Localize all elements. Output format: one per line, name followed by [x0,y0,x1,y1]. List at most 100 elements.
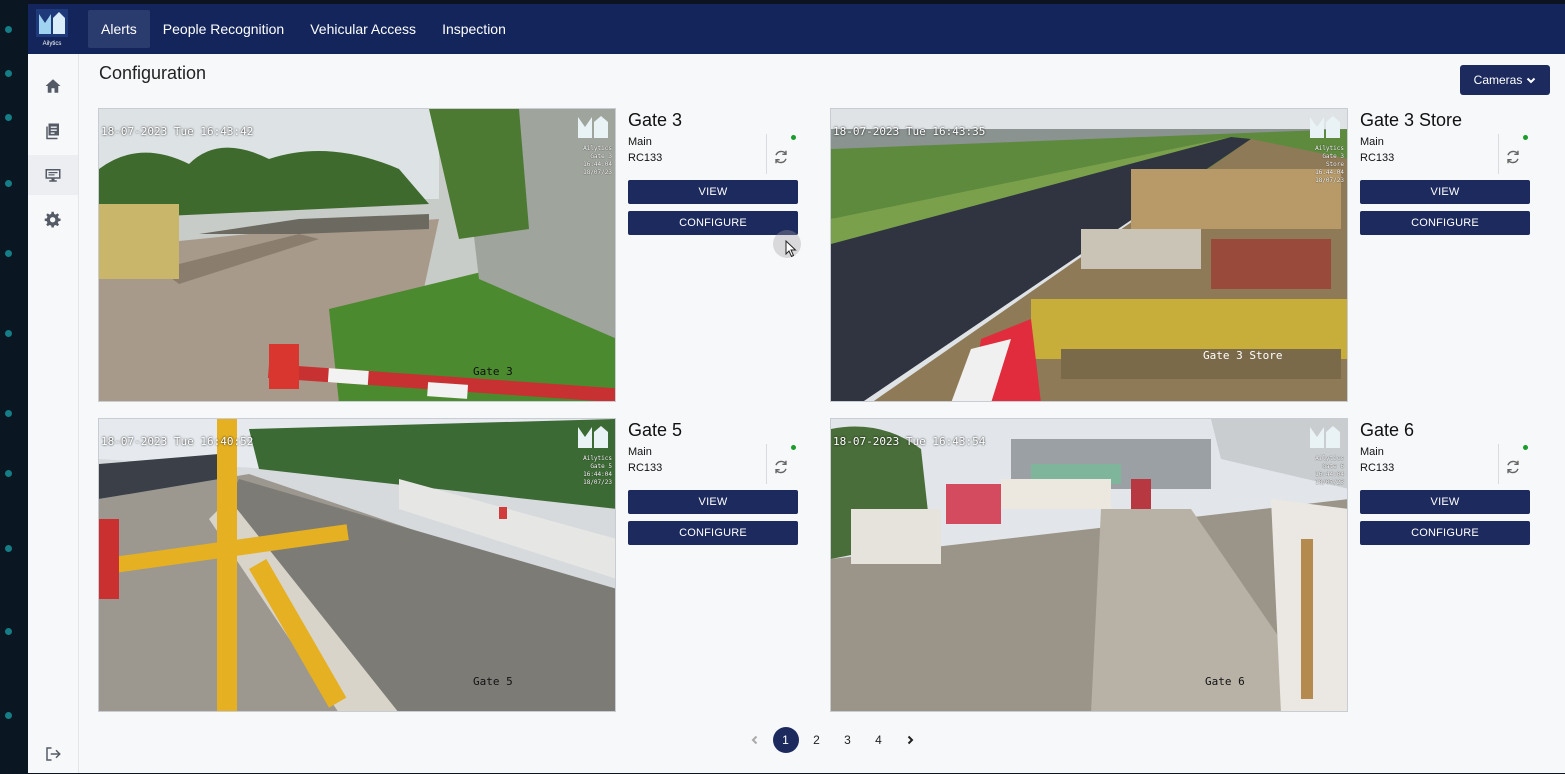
nav-inspection[interactable]: Inspection [429,10,519,48]
edge-dot [5,470,12,477]
edge-dot [5,26,12,33]
pagination-page[interactable]: 2 [804,727,830,753]
camera-timestamp: 18-07-2023 Tue 16:43:54 [833,435,986,448]
camera-caption: Gate 3 [473,365,513,378]
logo-icon [578,426,608,448]
camera-name: Gate 3 Store [1360,110,1463,130]
camera-caption: Gate 6 [1205,675,1245,688]
pagination-prev[interactable] [742,727,768,753]
camera-watermark: Ailytics Gate 3 Store 16:44:04 18/07/23 [1308,114,1344,184]
camera-name: Gate 3 [628,110,683,130]
brand-logo[interactable]: Ailytics [36,9,68,49]
watermark-gate: Gate 5 [590,463,612,470]
sync-button[interactable] [1504,458,1524,478]
sidebar-item-monitor[interactable] [28,155,78,195]
camera-feed[interactable]: 18-07-2023 Tue 16:43:35 Ailytics Gate 3 … [830,108,1348,402]
watermark-brand: Ailytics [1315,145,1344,152]
chevron-down-icon [1527,77,1536,84]
logout-icon [46,747,61,761]
camera-caption: Gate 3 Store [1203,349,1283,362]
nav-alerts[interactable]: Alerts [88,10,150,48]
cameras-dropdown-button[interactable]: Cameras [1460,65,1550,95]
edge-dot [5,250,12,257]
nav-vehicular-access[interactable]: Vehicular Access [297,10,429,48]
pagination-page[interactable]: 3 [835,727,861,753]
configure-button[interactable]: CONFIGURE [628,211,798,235]
sync-button[interactable] [1504,148,1524,168]
sync-button[interactable] [772,148,792,168]
view-button[interactable]: VIEW [628,490,798,514]
camera-feed[interactable]: 18-07-2023 Tue 16:43:42 Ailytics Gate 3 … [98,108,616,402]
watermark-brand: Ailytics [583,455,612,462]
camera-info: Gate 3 Store Main RC133 VIEW CONFIGURE [1360,108,1535,402]
watermark-brand: Ailytics [583,145,612,152]
divider [1498,444,1499,484]
pagination-next[interactable] [897,727,923,753]
edge-dot [5,70,12,77]
logo-icon [1310,426,1340,448]
camera-watermark: Ailytics Gate 6 16:44:04 18/07/23 [1308,424,1344,486]
sync-icon [1507,460,1519,474]
camera-feed[interactable]: 18-07-2023 Tue 16:40:52 Ailytics Gate 5 … [98,418,616,712]
camera-id: RC133 [628,462,663,474]
camera-info: Gate 6 Main RC133 VIEW CONFIGURE [1360,418,1535,712]
watermark-gate: Gate 3 Store [1322,153,1344,168]
camera-name: Gate 5 [628,420,683,440]
camera-watermark: Ailytics Gate 3 16:44:04 18/07/23 [576,114,612,176]
app-window: Ailytics Alerts People Recognition Vehic… [28,4,1565,773]
divider [766,134,767,174]
camera-feed[interactable]: 18-07-2023 Tue 16:43:54 Ailytics Gate 6 … [830,418,1348,712]
pagination-page[interactable]: 1 [772,727,799,753]
camera-card: 18-07-2023 Tue 16:43:35 Ailytics Gate 3 … [830,108,1535,402]
pagination: 1 2 3 4 [739,727,925,753]
camera-watermark: Ailytics Gate 5 16:44:04 18/07/23 [576,424,612,486]
sidebar-item-logout[interactable] [28,734,78,774]
chevron-left-icon [751,735,757,745]
watermark-brand: Ailytics [1315,455,1344,462]
camera-timestamp: 18-07-2023 Tue 16:40:52 [101,435,254,448]
camera-feed-image [99,109,615,401]
camera-site: Main [1360,446,1384,458]
status-online-icon [791,135,796,140]
camera-site: Main [628,446,652,458]
report-icon [46,123,59,140]
status-online-icon [791,445,796,450]
edge-dot [5,545,12,552]
view-button[interactable]: VIEW [1360,180,1530,204]
desktop-edge-strip [0,0,28,773]
edge-dot [5,628,12,635]
logo-icon [578,116,608,138]
camera-id: RC133 [1360,462,1395,474]
divider [766,444,767,484]
configure-button[interactable]: CONFIGURE [628,521,798,545]
logo-icon [1310,116,1340,138]
chevron-right-icon [907,735,913,745]
camera-card: 18-07-2023 Tue 16:43:42 Ailytics Gate 3 … [98,108,803,402]
camera-info: Gate 3 Main RC133 VIEW CONFIGURE [628,108,803,402]
camera-id: RC133 [628,152,663,164]
home-icon [45,79,61,93]
sidebar-item-settings[interactable] [28,200,78,240]
sync-icon [775,150,787,164]
sidebar-item-reports[interactable] [28,111,78,151]
sync-button[interactable] [772,458,792,478]
view-button[interactable]: VIEW [628,180,798,204]
watermark-time: 16:44:04 [1315,471,1344,478]
watermark-date: 18/07/23 [583,479,612,486]
camera-timestamp: 18-07-2023 Tue 16:43:42 [101,125,254,138]
logo-icon [36,9,68,37]
camera-caption: Gate 5 [473,675,513,688]
watermark-date: 18/07/23 [1315,177,1344,184]
watermark-gate: Gate 3 [590,153,612,160]
top-navbar: Ailytics Alerts People Recognition Vehic… [28,4,1565,54]
sidebar-item-home[interactable] [28,66,78,106]
view-button[interactable]: VIEW [1360,490,1530,514]
main-content: Configuration Cameras 18-07-2023 Tue 16:… [79,54,1565,773]
camera-timestamp: 18-07-2023 Tue 16:43:35 [833,125,986,138]
nav-people-recognition[interactable]: People Recognition [150,10,297,48]
configure-button[interactable]: CONFIGURE [1360,211,1530,235]
mouse-cursor-icon [785,240,797,258]
camera-card: 18-07-2023 Tue 16:43:54 Ailytics Gate 6 … [830,418,1535,712]
configure-button[interactable]: CONFIGURE [1360,521,1530,545]
pagination-page[interactable]: 4 [866,727,892,753]
